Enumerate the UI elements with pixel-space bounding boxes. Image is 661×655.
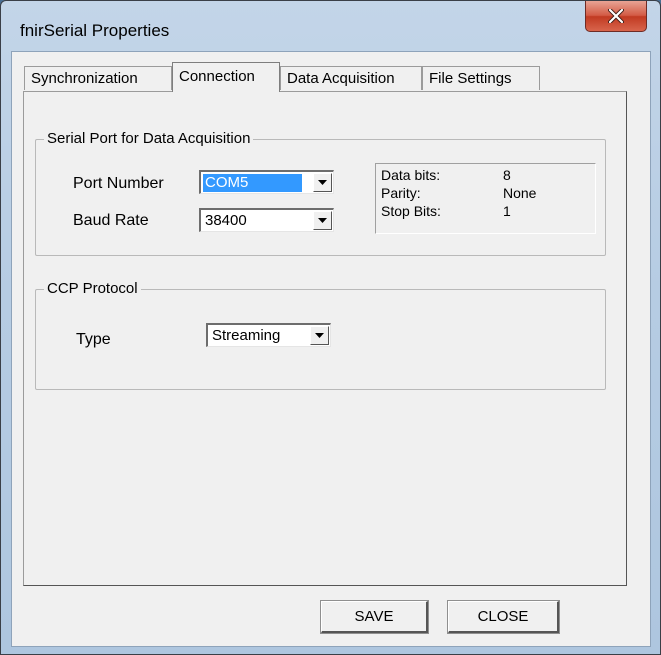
baud-rate-dropdown-button[interactable] — [313, 211, 332, 230]
dialog-client-area: Synchronization Connection Data Acquisit… — [11, 51, 651, 647]
type-label: Type — [76, 331, 111, 348]
serial-port-group: Serial Port for Data Acquisition Port Nu… — [35, 130, 606, 256]
protocol-type-dropdown-button[interactable] — [310, 326, 329, 345]
baud-rate-label: Baud Rate — [73, 212, 149, 229]
title-bar[interactable]: fnirSerial Properties — [1, 1, 660, 51]
baud-rate-select[interactable]: 38400 — [199, 208, 334, 232]
port-number-value: COM5 — [203, 174, 302, 192]
data-bits-label: Data bits: — [381, 167, 441, 183]
window-title: fnirSerial Properties — [20, 21, 170, 40]
chevron-down-icon — [318, 218, 327, 223]
parity-label: Parity: — [381, 185, 421, 201]
baud-rate-value: 38400 — [205, 212, 247, 229]
ccp-protocol-group: CCP Protocol Type Streaming — [35, 280, 606, 390]
close-icon — [608, 9, 624, 23]
protocol-type-value: Streaming — [212, 327, 281, 344]
port-number-label: Port Number — [73, 175, 164, 192]
tab-connection[interactable]: Connection — [172, 62, 280, 92]
port-number-dropdown-button[interactable] — [313, 173, 332, 192]
parity-value: None — [503, 185, 537, 201]
close-button[interactable]: CLOSE — [447, 600, 560, 634]
tab-synchronization[interactable]: Synchronization — [24, 66, 172, 90]
data-bits-value: 8 — [503, 167, 511, 183]
chevron-down-icon — [315, 333, 324, 338]
ccp-protocol-group-title: CCP Protocol — [44, 280, 141, 297]
stop-bits-label: Stop Bits: — [381, 203, 441, 219]
stop-bits-value: 1 — [503, 203, 511, 219]
window-close-button[interactable] — [585, 1, 647, 32]
tab-file-settings[interactable]: File Settings — [422, 66, 540, 90]
tab-data-acquisition[interactable]: Data Acquisition — [280, 66, 422, 90]
protocol-type-select[interactable]: Streaming — [206, 323, 331, 347]
chevron-down-icon — [318, 180, 327, 185]
port-number-select[interactable]: COM5 — [199, 170, 334, 194]
save-button[interactable]: SAVE — [320, 600, 429, 634]
port-settings-info-box: Data bits: 8 Parity: None Stop Bits: 1 — [375, 163, 596, 234]
properties-window: fnirSerial Properties Synchronization Co… — [0, 0, 661, 655]
serial-port-group-title: Serial Port for Data Acquisition — [44, 130, 254, 147]
tab-page-connection: Serial Port for Data Acquisition Port Nu… — [23, 91, 627, 586]
